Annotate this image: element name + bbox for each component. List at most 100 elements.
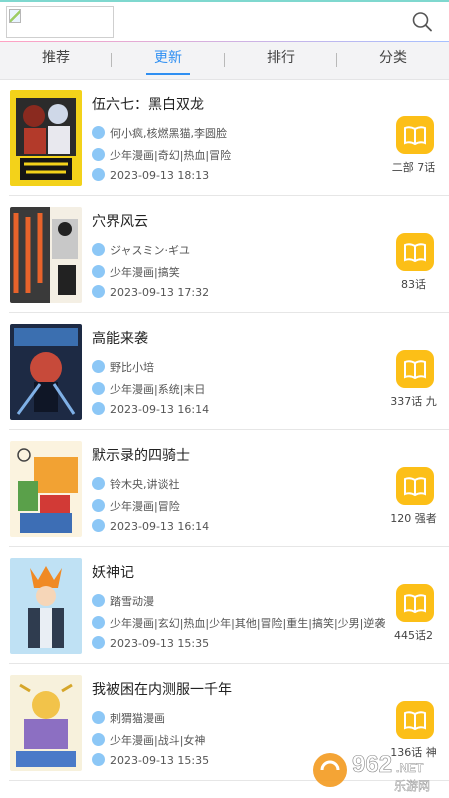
update-time: 2023-09-13 16:14 (110, 520, 210, 533)
tags-text: 少年漫画|奇幻|热血|冒险 (110, 149, 232, 162)
tab-ranking[interactable]: 排行 (225, 42, 337, 79)
book-icon (404, 477, 426, 497)
author-text: 野比小培 (110, 361, 154, 374)
book-icon (404, 243, 426, 263)
read-button[interactable] (396, 116, 434, 154)
author-icon (92, 477, 105, 490)
search-button[interactable] (408, 8, 436, 36)
tab-recommend[interactable]: 推荐 (0, 42, 112, 79)
tags-line: 少年漫画|搞笑 (92, 264, 412, 280)
author-text: 铃木央,讲谈社 (110, 478, 180, 491)
watermark-number: 962 (352, 751, 392, 778)
clock-icon (92, 636, 105, 649)
read-button[interactable] (396, 350, 434, 388)
book-icon (404, 126, 426, 146)
update-time: 2023-09-13 15:35 (110, 754, 210, 767)
author-text: ジャスミン·ギユ (110, 244, 190, 257)
time-line: 2023-09-13 18:13 (92, 168, 412, 184)
update-time: 2023-09-13 16:14 (110, 403, 210, 416)
time-line: 2023-09-13 16:14 (92, 519, 412, 535)
update-time: 2023-09-13 18:13 (110, 169, 210, 182)
latest-chapter: 120 强者 (390, 512, 437, 525)
comic-title[interactable]: 伍六七：黑白双龙 (92, 94, 204, 114)
tags-text: 少年漫画|系统|末日 (110, 383, 206, 396)
comic-cover[interactable] (10, 207, 82, 303)
tab-update[interactable]: 更新 (112, 42, 224, 79)
tag-icon (92, 265, 105, 278)
author-text: 何小疯,核燃黑猫,李圆脸 (110, 127, 227, 140)
tab-label: 排行 (267, 50, 295, 66)
tags-line: 少年漫画|奇幻|热血|冒险 (92, 147, 412, 163)
time-line: 2023-09-13 16:14 (92, 402, 412, 418)
row-divider (9, 312, 449, 313)
tags-text: 少年漫画|冒险 (110, 500, 180, 513)
author-line: 何小疯,核燃黑猫,李圆脸 (92, 125, 412, 141)
logo-image-placeholder (6, 6, 114, 38)
read-button[interactable] (396, 233, 434, 271)
comic-title[interactable]: 妖神记 (92, 562, 134, 582)
top-accent-line (0, 0, 449, 2)
site-watermark: 962 .NET 乐游网 (310, 742, 446, 796)
author-text: 踏雪动漫 (110, 595, 154, 608)
latest-chapter: 83话 (401, 278, 426, 291)
active-tab-indicator (146, 73, 190, 75)
tags-text: 少年漫画|玄幻|热血|少年|其他|冒险|重生|搞笑|少男|逆袭 (110, 617, 386, 630)
row-divider (9, 429, 449, 430)
list-item[interactable]: 高能来袭 野比小培 少年漫画|系统|末日 2023-09-13 16:14 33… (0, 314, 449, 430)
comic-title[interactable]: 我被困在内测服一千年 (92, 679, 232, 699)
comic-cover[interactable] (10, 441, 82, 537)
read-button[interactable] (396, 584, 434, 622)
tag-icon (92, 382, 105, 395)
author-line: 刺猬猫漫画 (92, 710, 412, 726)
list-item[interactable]: 妖神记 踏雪动漫 少年漫画|玄幻|热血|少年|其他|冒险|重生|搞笑|少男|逆袭… (0, 548, 449, 664)
tag-icon (92, 499, 105, 512)
tab-category[interactable]: 分类 (337, 42, 449, 79)
tags-line: 少年漫画|冒险 (92, 498, 412, 514)
time-line: 2023-09-13 17:32 (92, 285, 412, 301)
comic-title[interactable]: 穴界风云 (92, 211, 148, 231)
top-bar (0, 0, 449, 42)
comic-cover[interactable] (10, 90, 82, 186)
comic-cover[interactable] (10, 558, 82, 654)
tag-icon (92, 616, 105, 629)
comic-title[interactable]: 高能来袭 (92, 328, 148, 348)
comic-cover[interactable] (10, 675, 82, 771)
author-icon (92, 126, 105, 139)
watermark-suffix: .NET (396, 761, 424, 775)
list-item[interactable]: 伍六七：黑白双龙 何小疯,核燃黑猫,李圆脸 少年漫画|奇幻|热血|冒险 2023… (0, 80, 449, 196)
watermark-name: 乐游网 (394, 779, 430, 793)
tag-icon (92, 148, 105, 161)
clock-icon (92, 519, 105, 532)
comic-title[interactable]: 默示录的四骑士 (92, 445, 190, 465)
author-icon (92, 594, 105, 607)
tags-line: 少年漫画|系统|末日 (92, 381, 412, 397)
row-divider (9, 195, 449, 196)
author-line: ジャスミン·ギユ (92, 242, 412, 258)
author-icon (92, 243, 105, 256)
clock-icon (92, 402, 105, 415)
author-line: 踏雪动漫 (92, 593, 412, 609)
tab-label: 更新 (154, 50, 182, 66)
list-item[interactable]: 默示录的四骑士 铃木央,讲谈社 少年漫画|冒险 2023-09-13 16:14… (0, 431, 449, 547)
comic-cover[interactable] (10, 324, 82, 420)
read-button[interactable] (396, 701, 434, 739)
author-icon (92, 360, 105, 373)
update-time: 2023-09-13 17:32 (110, 286, 210, 299)
tag-icon (92, 733, 105, 746)
author-line: 野比小培 (92, 359, 412, 375)
tags-text: 少年漫画|战斗|女神 (110, 734, 206, 747)
book-icon (404, 360, 426, 380)
broken-image-icon (9, 9, 21, 23)
time-line: 2023-09-13 15:35 (92, 636, 412, 652)
book-icon (404, 711, 426, 731)
list-item[interactable]: 穴界风云 ジャスミン·ギユ 少年漫画|搞笑 2023-09-13 17:32 8… (0, 197, 449, 313)
clock-icon (92, 168, 105, 181)
clock-icon (92, 753, 105, 766)
row-divider (9, 546, 449, 547)
clock-icon (92, 285, 105, 298)
tab-label: 推荐 (42, 50, 70, 66)
author-icon (92, 711, 105, 724)
latest-chapter: 二部 7话 (391, 161, 436, 174)
latest-chapter: 445话2 (394, 629, 433, 642)
read-button[interactable] (396, 467, 434, 505)
